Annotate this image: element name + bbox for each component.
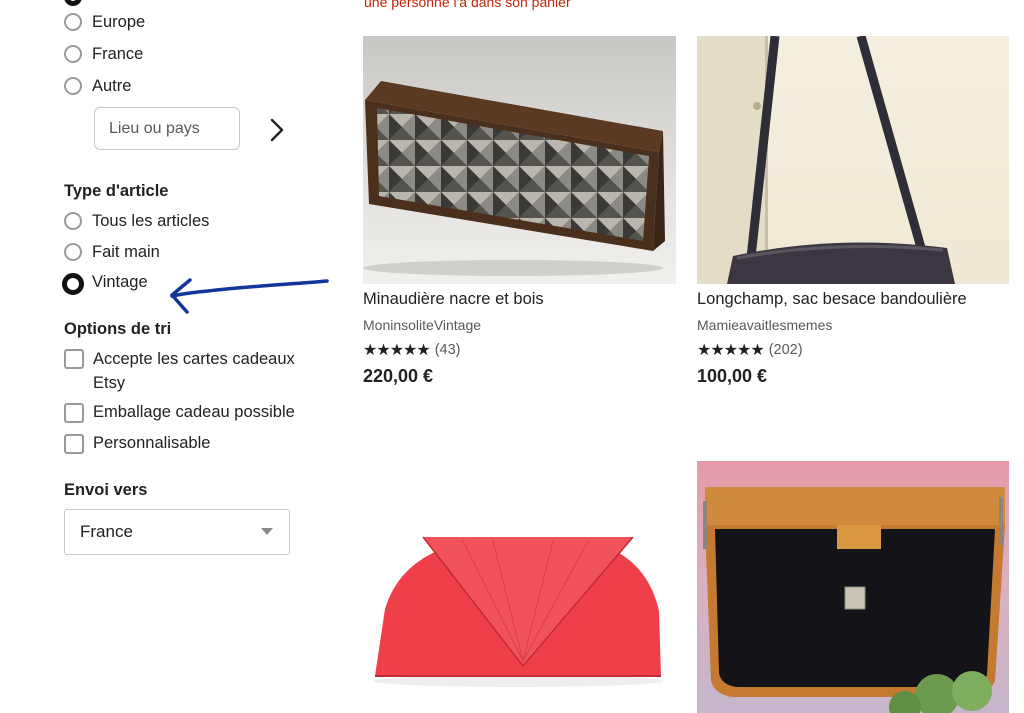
checkbox-personalizable[interactable]: Personnalisable bbox=[64, 434, 210, 454]
radio-cropped[interactable] bbox=[64, 0, 82, 6]
product-image-black-bag[interactable] bbox=[697, 461, 1009, 713]
checkbox-box[interactable] bbox=[64, 403, 84, 423]
product-price: 220,00 € bbox=[363, 366, 434, 386]
sort-options-title: Options de tri bbox=[64, 320, 172, 338]
radio-label: Autre bbox=[92, 77, 132, 95]
rating: ★★★★★ (202) bbox=[697, 340, 803, 360]
item-type-title: Type d'article bbox=[64, 182, 169, 200]
chevron-right-icon[interactable] bbox=[266, 117, 288, 143]
radio-handmade[interactable]: Fait main bbox=[64, 243, 160, 262]
radio-autre[interactable]: Autre bbox=[64, 77, 131, 96]
product-title[interactable]: Longchamp, sac besace bandoulière bbox=[697, 290, 1004, 309]
radio-label: Tous les articles bbox=[92, 212, 210, 230]
product-image-longchamp[interactable] bbox=[697, 36, 1009, 284]
ship-to-select[interactable]: France bbox=[64, 509, 290, 555]
shop-name[interactable]: MoninsoliteVintage bbox=[363, 317, 481, 333]
radio-label: Vintage bbox=[92, 273, 148, 291]
radio-circle[interactable] bbox=[64, 13, 82, 31]
star-rating-icon: ★★★★★ bbox=[697, 342, 765, 359]
radio-vintage[interactable]: Vintage bbox=[62, 273, 148, 295]
radio-label: Fait main bbox=[92, 243, 160, 261]
radio-circle-selected[interactable] bbox=[62, 273, 84, 295]
location-input[interactable] bbox=[94, 107, 240, 150]
checkbox-label: Emballage cadeau possible bbox=[93, 403, 295, 421]
caret-down-icon bbox=[261, 528, 273, 535]
checkbox-label: Accepte les cartes cadeaux Etsy bbox=[93, 350, 295, 392]
product-image-clutch[interactable] bbox=[363, 36, 676, 284]
checkbox-gift-cards[interactable]: Accepte les cartes cadeaux Etsy bbox=[64, 349, 314, 395]
radio-circle[interactable] bbox=[64, 212, 82, 230]
review-count: (43) bbox=[434, 342, 461, 358]
radio-circle[interactable] bbox=[64, 77, 82, 95]
radio-circle[interactable] bbox=[64, 45, 82, 63]
checkbox-label: Personnalisable bbox=[93, 434, 211, 452]
ship-to-title: Envoi vers bbox=[64, 481, 148, 499]
radio-label: Europe bbox=[92, 13, 146, 31]
radio-france[interactable]: France bbox=[64, 45, 143, 64]
radio-label: France bbox=[92, 45, 144, 63]
ship-to-value: France bbox=[80, 522, 133, 541]
review-count: (202) bbox=[768, 342, 803, 358]
checkbox-box[interactable] bbox=[64, 434, 84, 454]
product-image-red-clutch[interactable] bbox=[363, 461, 676, 713]
radio-circle[interactable] bbox=[64, 243, 82, 261]
checkbox-gift-wrap[interactable]: Emballage cadeau possible bbox=[64, 403, 295, 423]
product-price: 100,00 € bbox=[697, 366, 768, 386]
rating: ★★★★★ (43) bbox=[363, 340, 461, 360]
checkbox-box[interactable] bbox=[64, 349, 84, 369]
cart-notice: une personne l'a dans son panier bbox=[364, 0, 571, 10]
annotation-arrow-icon bbox=[170, 278, 329, 314]
radio-europe[interactable]: Europe bbox=[64, 13, 145, 32]
shop-name[interactable]: Mamieavaitlesmemes bbox=[697, 317, 832, 333]
star-rating-icon: ★★★★★ bbox=[363, 342, 431, 359]
radio-all-items[interactable]: Tous les articles bbox=[64, 212, 209, 231]
product-title[interactable]: Minaudière nacre et bois bbox=[363, 290, 676, 309]
